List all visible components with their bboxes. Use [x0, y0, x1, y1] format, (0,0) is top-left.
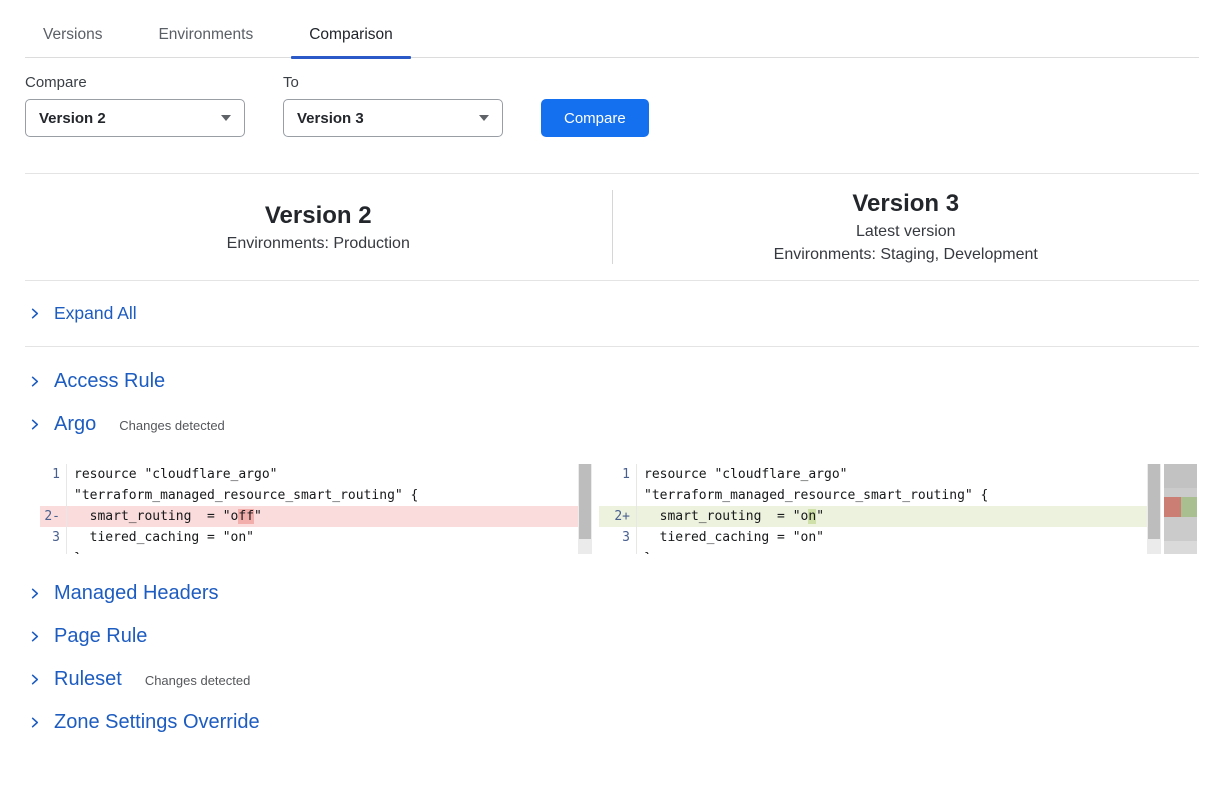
- section-zone-settings-override[interactable]: Zone Settings Override: [25, 701, 1199, 744]
- code-line-removed: 2- smart_routing = "off": [40, 506, 578, 527]
- section-access-rule[interactable]: Access Rule: [25, 360, 1199, 403]
- version-panels: Version 2 Environments: Production Versi…: [25, 173, 1199, 281]
- chevron-down-icon: [479, 115, 489, 121]
- compare-to-field: To Version 3: [283, 74, 503, 137]
- compare-from-select[interactable]: Version 2: [25, 99, 245, 137]
- code-text: smart_routing = "on": [637, 506, 824, 527]
- chevron-down-icon: [221, 115, 231, 121]
- section-label: Ruleset: [54, 668, 122, 691]
- compare-to-value: Version 3: [297, 110, 364, 127]
- version-panel-left: Version 2 Environments: Production: [25, 190, 612, 264]
- compare-controls: Compare Version 2 To Version 3 Compare: [25, 74, 1199, 137]
- diff-scrollbar-right[interactable]: [1147, 464, 1161, 554]
- tab-bar: Versions Environments Comparison: [25, 0, 1199, 58]
- minimap-bottom: [1164, 541, 1197, 554]
- diff-code-right: 1 resource "cloudflare_argo" "terraform_…: [599, 464, 1147, 554]
- line-number: 1: [40, 464, 67, 485]
- version-environments: Environments: Staging, Development: [774, 246, 1038, 264]
- line-number: 2-: [40, 506, 67, 527]
- code-line: }: [40, 548, 578, 554]
- code-text: smart_routing = "o: [644, 509, 808, 524]
- comparison-page: Versions Environments Comparison Compare…: [25, 0, 1199, 744]
- code-text: resource "cloudflare_argo": [67, 464, 278, 485]
- code-text: "terraform_managed_resource_smart_routin…: [67, 485, 418, 506]
- diff-pane-right: 1 resource "cloudflare_argo" "terraform_…: [599, 464, 1197, 554]
- diff-pane-left: 1 resource "cloudflare_argo" "terraform_…: [40, 464, 592, 554]
- compare-button[interactable]: Compare: [541, 99, 649, 137]
- scrollbar-thumb[interactable]: [579, 464, 591, 539]
- line-number: 1: [599, 464, 637, 485]
- code-text: resource "cloudflare_argo": [637, 464, 848, 485]
- scrollbar-thumb[interactable]: [1148, 464, 1160, 539]
- minimap-removed-marker: [1164, 497, 1181, 517]
- argo-diff: 1 resource "cloudflare_argo" "terraform_…: [40, 464, 1197, 554]
- diff-code-left: 1 resource "cloudflare_argo" "terraform_…: [40, 464, 578, 554]
- section-label: Access Rule: [54, 370, 165, 393]
- code-text: "terraform_managed_resource_smart_routin…: [637, 485, 988, 506]
- section-label: Zone Settings Override: [54, 711, 260, 734]
- diff-minimap[interactable]: [1164, 464, 1197, 554]
- version-title: Version 3: [852, 190, 959, 218]
- chevron-right-icon: [28, 716, 41, 729]
- compare-from-field: Compare Version 2: [25, 74, 245, 137]
- line-number: [599, 548, 637, 554]
- compare-from-value: Version 2: [39, 110, 106, 127]
- minimap-added-marker: [1181, 497, 1197, 517]
- code-line: 3 tiered_caching = "on": [599, 527, 1147, 548]
- line-number: [40, 548, 67, 554]
- chevron-right-icon: [28, 418, 41, 431]
- section-managed-headers[interactable]: Managed Headers: [25, 572, 1199, 615]
- code-line: }: [599, 548, 1147, 554]
- diff-scrollbar-left[interactable]: [578, 464, 592, 554]
- line-number: [40, 485, 67, 506]
- section-page-rule[interactable]: Page Rule: [25, 615, 1199, 658]
- code-text: ": [816, 509, 824, 524]
- code-text: smart_routing = "off": [67, 506, 262, 527]
- chevron-right-icon: [28, 673, 41, 686]
- code-text: }: [637, 548, 652, 554]
- compare-to-select[interactable]: Version 3: [283, 99, 503, 137]
- code-text: smart_routing = "o: [74, 509, 238, 524]
- version-panel-right: Version 3 Latest version Environments: S…: [613, 190, 1200, 264]
- compare-label: Compare: [25, 74, 245, 91]
- changes-detected-badge: Changes detected: [145, 673, 251, 688]
- tab-comparison[interactable]: Comparison: [291, 17, 411, 57]
- expand-all-row[interactable]: Expand All: [25, 281, 1199, 347]
- sections-list: Access Rule Argo Changes detected 1 reso…: [25, 347, 1199, 744]
- changes-detected-badge: Changes detected: [119, 418, 225, 433]
- version-environments: Environments: Production: [227, 235, 410, 253]
- chevron-right-icon: [28, 375, 41, 388]
- to-label: To: [283, 74, 503, 91]
- section-ruleset[interactable]: Ruleset Changes detected: [25, 658, 1199, 701]
- line-number: 2+: [599, 506, 637, 527]
- line-number: [599, 485, 637, 506]
- version-subtitle: Latest version: [856, 223, 956, 241]
- chevron-right-icon: [28, 307, 41, 320]
- code-text: tiered_caching = "on": [637, 527, 824, 548]
- line-number: 3: [40, 527, 67, 548]
- minimap-viewport: [1164, 464, 1197, 488]
- code-line: 1 resource "cloudflare_argo": [40, 464, 578, 485]
- tab-versions[interactable]: Versions: [25, 17, 120, 57]
- section-argo[interactable]: Argo Changes detected: [25, 403, 1199, 446]
- chevron-right-icon: [28, 587, 41, 600]
- removed-word-highlight: ff: [238, 509, 254, 524]
- section-label: Page Rule: [54, 625, 147, 648]
- version-title: Version 2: [265, 202, 372, 230]
- expand-all-label: Expand All: [54, 303, 137, 324]
- code-text: ": [254, 509, 262, 524]
- tab-environments[interactable]: Environments: [140, 17, 271, 57]
- code-text: tiered_caching = "on": [67, 527, 254, 548]
- section-label: Argo: [54, 413, 96, 436]
- code-line: "terraform_managed_resource_smart_routin…: [40, 485, 578, 506]
- line-number: 3: [599, 527, 637, 548]
- code-line: "terraform_managed_resource_smart_routin…: [599, 485, 1147, 506]
- code-text: }: [67, 548, 82, 554]
- code-line-added: 2+ smart_routing = "on": [599, 506, 1147, 527]
- chevron-right-icon: [28, 630, 41, 643]
- section-label: Managed Headers: [54, 582, 219, 605]
- code-line: 1 resource "cloudflare_argo": [599, 464, 1147, 485]
- code-line: 3 tiered_caching = "on": [40, 527, 578, 548]
